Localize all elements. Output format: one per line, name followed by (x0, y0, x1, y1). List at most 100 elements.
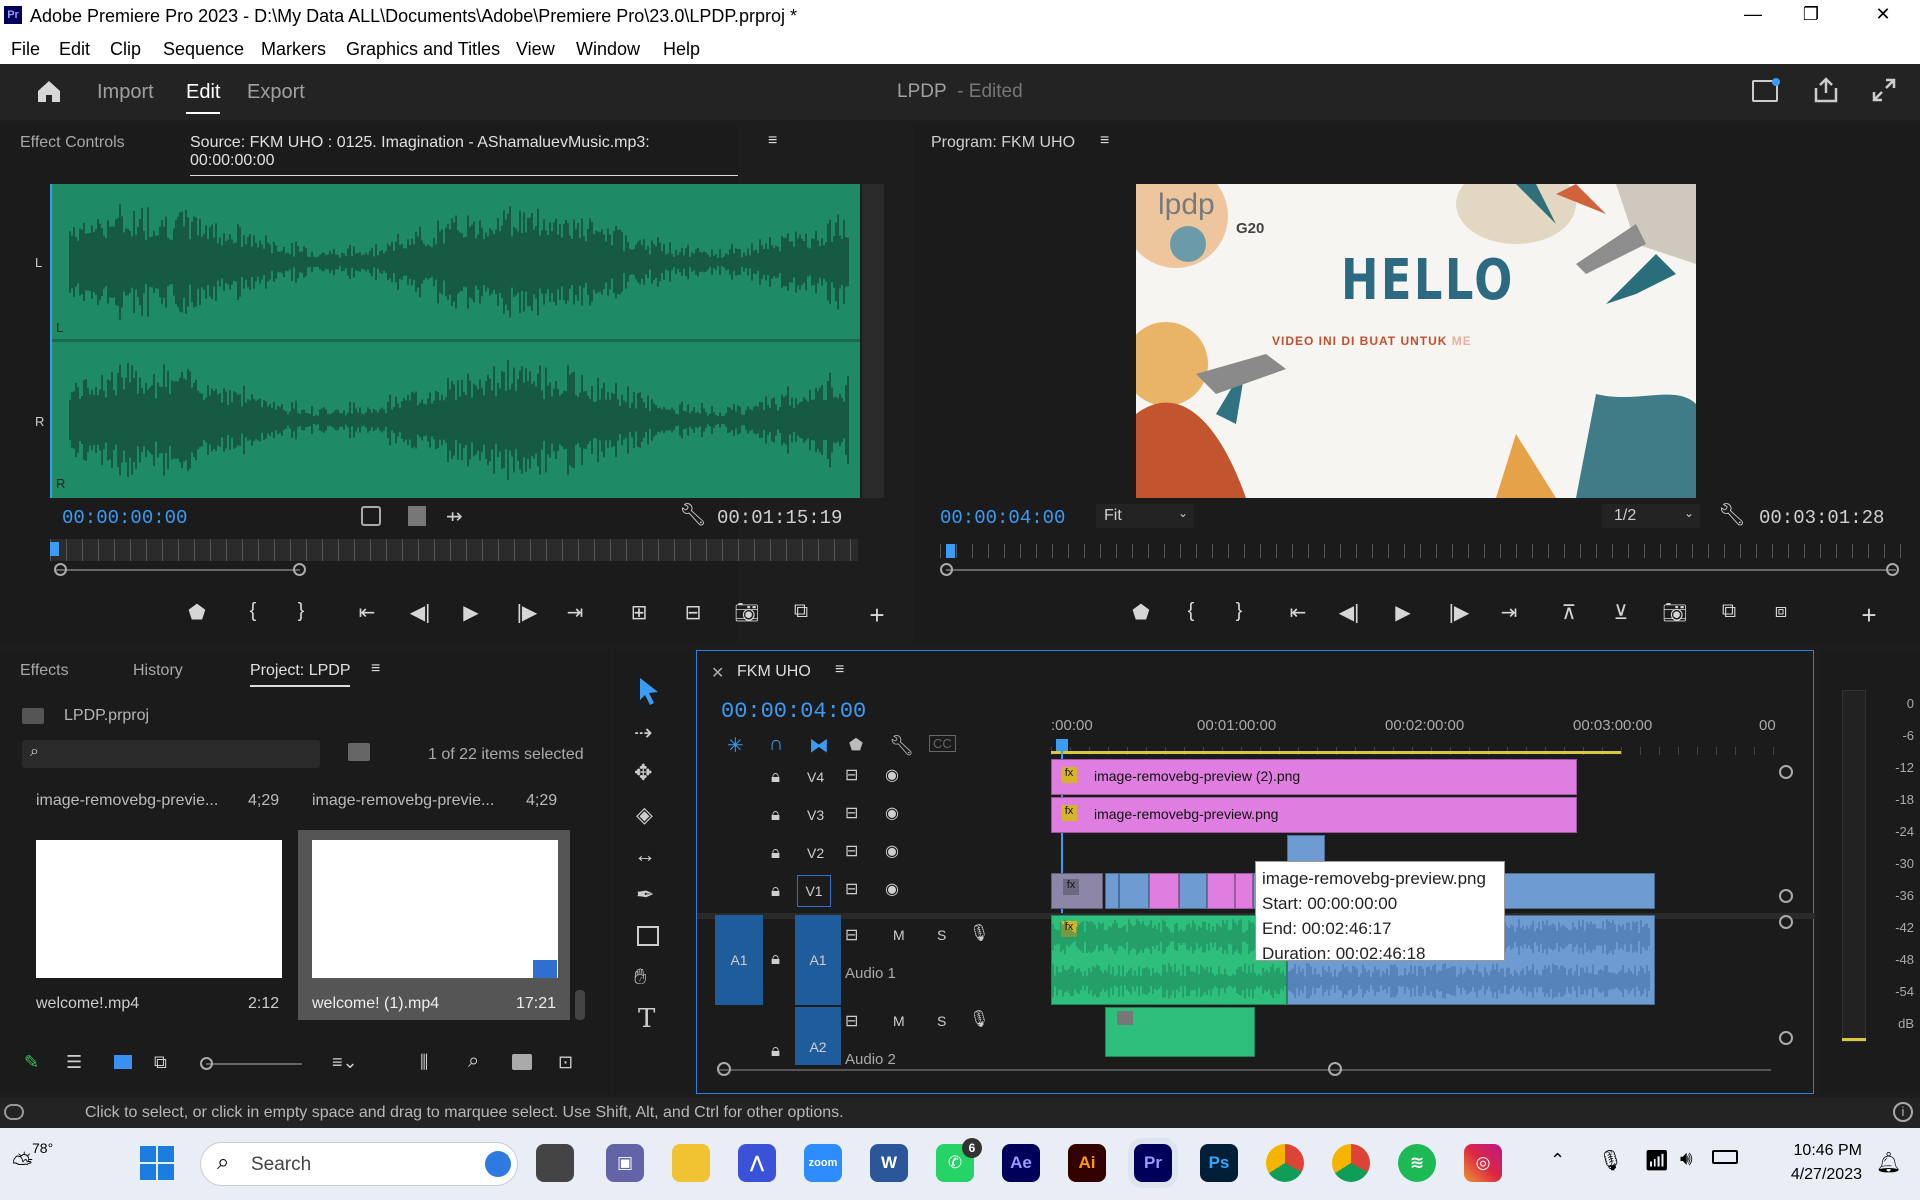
sync-lock-icon[interactable]: ⊟ (845, 803, 858, 823)
video-scroll-handle[interactable] (1779, 889, 1793, 903)
menu-markers[interactable]: Markers (261, 39, 326, 60)
audio-scroll-handle[interactable] (1779, 915, 1793, 929)
audio-scroll-handle[interactable] (1779, 1031, 1793, 1045)
razor-tool-icon[interactable]: ◈ (636, 802, 653, 828)
drag-audio-only-icon[interactable] (408, 506, 426, 526)
fit-dropdown[interactable]: Fit ⌄ (1096, 504, 1194, 528)
clip-v1-segment[interactable] (1207, 873, 1235, 909)
solo-button[interactable]: S (937, 1013, 946, 1029)
lock-icon[interactable]: 🔒︎ (771, 767, 780, 787)
battery-icon[interactable] (1712, 1150, 1738, 1164)
program-go-to-in-icon[interactable]: ⇤ (1283, 600, 1313, 625)
program-step-forward-icon[interactable]: |▶ (1444, 600, 1474, 625)
go-to-out-icon[interactable]: ⇥ (560, 600, 590, 625)
solo-button[interactable]: S (937, 927, 946, 943)
timeline-panel-menu-icon[interactable]: ≡ (835, 661, 844, 679)
hand-tool-icon[interactable]: ✋︎ (634, 964, 647, 990)
source-panel-menu-icon[interactable]: ≡ (768, 132, 777, 150)
resolution-dropdown[interactable]: 1/2 ⌄ (1602, 504, 1700, 528)
export-tab[interactable]: Export (247, 81, 305, 104)
track-label-a1[interactable]: A1 (795, 915, 841, 1005)
source-zoom-handle-right[interactable] (293, 563, 306, 576)
spotify-icon[interactable]: ≋ (1398, 1144, 1436, 1182)
program-add-button-icon[interactable]: + (1854, 600, 1884, 631)
lock-icon[interactable]: 🔒︎ (771, 805, 780, 825)
lock-icon[interactable]: 🔒︎ (771, 881, 780, 901)
new-item-icon[interactable]: ⊡ (558, 1052, 573, 1073)
source-playhead[interactable] (50, 542, 59, 556)
eye-icon[interactable]: ◉ (885, 765, 899, 785)
wifi-icon[interactable]: 📶︎ (1644, 1148, 1669, 1173)
vscode-like-icon[interactable]: ⋀ (738, 1144, 776, 1182)
weather-icon[interactable]: ⛅︎ (12, 1148, 33, 1180)
lock-icon[interactable]: 🔒︎ (771, 949, 780, 969)
timeline-add-marker-icon[interactable]: ⬟ (849, 735, 863, 755)
import-tab[interactable]: Import (97, 81, 154, 104)
icon-view-icon[interactable] (114, 1055, 132, 1069)
clock-date[interactable]: 4/27/2023 (1772, 1166, 1862, 1184)
video-scroll-handle[interactable] (1779, 765, 1793, 779)
eye-icon[interactable]: ◉ (885, 879, 899, 899)
whatsapp-icon[interactable]: ✆ 6 (936, 1138, 982, 1182)
snap-icon[interactable]: ∩ (769, 733, 783, 756)
microphone-tray-icon[interactable]: 🎙︎ (1598, 1148, 1623, 1173)
program-mark-in-icon[interactable]: { (1176, 600, 1206, 623)
linked-selection-icon[interactable]: ⧓ (809, 733, 829, 758)
source-patch-a1[interactable]: A1 (715, 915, 763, 1005)
find-icon[interactable]: ⌕ (468, 1050, 479, 1073)
type-tool-icon[interactable]: T (638, 1004, 655, 1034)
program-zoom-bar[interactable] (946, 569, 1896, 571)
clip-v1-segment[interactable] (1149, 873, 1179, 909)
program-time-ruler[interactable] (940, 544, 1902, 558)
clip-v1-segment[interactable] (1235, 873, 1253, 909)
compare-icon[interactable]: ⧉ (786, 600, 816, 623)
program-video-frame[interactable]: lpdp G20 HELLO VIDEO INI DI BUAT UNTUK M… (1136, 184, 1696, 498)
sync-lock-icon[interactable]: ⊟ (845, 925, 858, 945)
start-button[interactable] (140, 1146, 174, 1180)
menu-edit[interactable]: Edit (59, 39, 90, 60)
overwrite-icon[interactable]: ⊟ (678, 600, 708, 625)
task-view-icon[interactable] (536, 1144, 574, 1182)
timeline-zoom-handle-left[interactable] (717, 1062, 731, 1076)
after-effects-icon[interactable]: Ae (1002, 1144, 1040, 1182)
step-back-icon[interactable]: ◀| (405, 600, 435, 625)
insert-icon[interactable]: ⊞ (624, 600, 654, 625)
source-add-button-icon[interactable]: + (862, 600, 892, 631)
list-view-icon[interactable]: ☰ (66, 1052, 82, 1073)
tab-sequence[interactable]: FKM UHO (737, 663, 811, 681)
volume-icon[interactable]: 🔊︎ (1680, 1148, 1693, 1171)
premiere-icon[interactable]: Pr (1128, 1138, 1178, 1188)
microphone-icon[interactable]: 🎙︎ (969, 1009, 985, 1029)
tab-source[interactable]: Source: FKM UHO : 0125. Imagination - AS… (190, 134, 738, 176)
maximize-button[interactable]: ❐ (1796, 4, 1826, 25)
clip-v1-segment[interactable] (1119, 873, 1149, 909)
export-frame-icon[interactable]: 📷︎ (732, 600, 762, 625)
program-zoom-handle-left[interactable] (940, 563, 953, 576)
microphone-icon[interactable]: 🎙︎ (969, 923, 989, 943)
project-item[interactable]: image-removebg-previe... 4;29 welcome!.m… (22, 790, 292, 1020)
chrome-icon[interactable] (1266, 1144, 1304, 1182)
settings-wrench-icon[interactable]: 🔧︎ (679, 502, 707, 528)
project-panel-menu-icon[interactable]: ≡ (371, 660, 380, 678)
timeline-settings-icon[interactable]: 🔧︎ (889, 733, 914, 758)
zoom-slider[interactable] (200, 1057, 302, 1070)
home-icon[interactable] (35, 78, 63, 109)
mark-out-icon[interactable]: } (286, 600, 316, 623)
track-label-v1[interactable]: V1 (797, 875, 831, 907)
program-play-icon[interactable]: ▶ (1388, 600, 1418, 625)
source-time-ruler[interactable] (50, 539, 858, 561)
taskbar-search-box[interactable]: ⌕ Search (200, 1142, 518, 1186)
write-protect-icon[interactable]: ✎ (24, 1052, 39, 1073)
file-explorer-icon[interactable] (672, 1144, 710, 1182)
clip-v3[interactable]: image-removebg-preview.png (1051, 797, 1577, 833)
program-mark-out-icon[interactable]: } (1224, 600, 1254, 623)
program-export-frame-icon[interactable]: 📷︎ (1660, 600, 1690, 625)
menu-graphics-titles[interactable]: Graphics and Titles (346, 39, 500, 60)
word-icon[interactable]: W (870, 1144, 908, 1182)
workspaces-icon[interactable] (1752, 78, 1780, 102)
project-item-thumbnail[interactable] (312, 840, 558, 978)
minimize-button[interactable]: — (1738, 4, 1768, 25)
timeline-timecode[interactable]: 00:00:04:00 (721, 699, 866, 724)
program-timecode[interactable]: 00:00:04:00 (940, 507, 1065, 529)
sort-icons-icon[interactable]: ≡⌄ (332, 1052, 358, 1073)
